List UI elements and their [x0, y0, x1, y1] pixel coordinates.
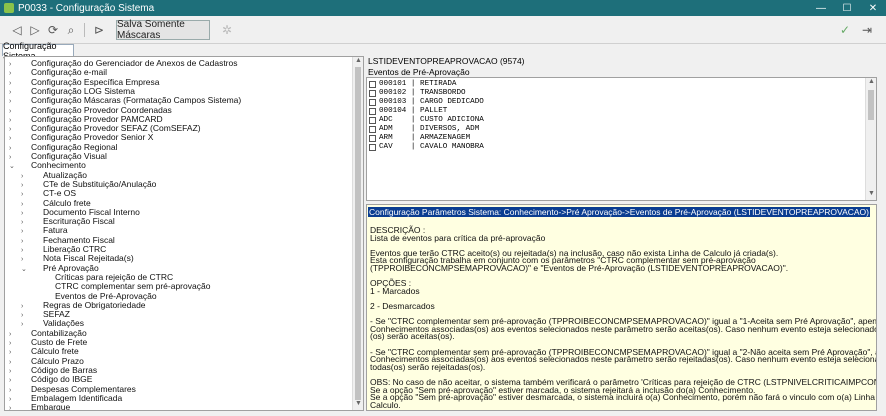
- event-row[interactable]: 000103 | CARGO DEDICADO: [369, 98, 484, 106]
- confirm-icon[interactable]: ✓: [836, 21, 854, 39]
- refresh-icon[interactable]: ⟳: [44, 21, 62, 39]
- description-line: 2 - Desmarcados: [370, 301, 435, 311]
- expand-arrow-icon[interactable]: ⌄: [21, 265, 29, 274]
- event-label: ADM | DIVERSOS, ADM: [379, 125, 480, 133]
- description-line: Lista de eventos para crítica da pré-apr…: [370, 232, 546, 243]
- event-checkbox[interactable]: [369, 98, 376, 106]
- tab-configuracao-sistema[interactable]: Configuração Sistema: [2, 41, 74, 61]
- tree-scroll-thumb[interactable]: [355, 67, 361, 400]
- event-label: 000102 | TRANSBORDO: [379, 89, 466, 97]
- toolbar-separator: [84, 23, 85, 37]
- event-label: 000103 | CARGO DEDICADO: [379, 98, 484, 106]
- event-row[interactable]: CAV | CAVALO MANOBRA: [369, 143, 484, 151]
- description-line: Calculo.: [370, 399, 401, 410]
- close-icon[interactable]: ✕: [860, 0, 886, 16]
- description-line: (TPPROIBECONCMPSEMAPROVACAO)" e "Eventos…: [370, 263, 789, 273]
- tree-node[interactable]: › CTe de Substituição/Anulação: [21, 179, 156, 189]
- event-checkbox[interactable]: [369, 80, 376, 88]
- events-checklist: ▲ ▼ 000101 | RETIRADA 000102 | TRANSBORDO…: [366, 77, 877, 201]
- detail-panel: LSTIDEVENTOPREAPROVACAO (9574) Eventos d…: [366, 56, 880, 411]
- tree-node[interactable]: › Embarque: [9, 403, 70, 410]
- expand-arrow-icon[interactable]: ⌄: [9, 162, 17, 171]
- binoculars-icon[interactable]: ⌕: [62, 21, 80, 39]
- exit-icon[interactable]: ⇥: [858, 21, 876, 39]
- execute-icon[interactable]: ⊳: [90, 21, 108, 39]
- tree-node-label: Embarque: [31, 402, 71, 410]
- settings-icon[interactable]: ✲: [218, 21, 236, 39]
- events-scrollbar[interactable]: ▲ ▼: [865, 78, 876, 200]
- event-checkbox[interactable]: [369, 134, 376, 142]
- app-icon: [4, 3, 14, 13]
- config-tree: › Configuração do Gerenciador de Anexos d…: [5, 57, 353, 411]
- event-label: 000101 | RETIRADA: [379, 80, 457, 88]
- event-row[interactable]: 000102 | TRANSBORDO: [369, 89, 466, 97]
- event-checkbox[interactable]: [369, 89, 376, 97]
- description-line: (os) serão aceitas(os).: [370, 331, 455, 342]
- window-title: P0033 - Configuração Sistema: [18, 2, 155, 14]
- toolbar: ◁ ▷ ⟳ ⌕ ⊳ Salva Somente Máscaras ✲ ✓ ⇥: [0, 16, 886, 44]
- event-checkbox[interactable]: [369, 143, 376, 151]
- back-icon[interactable]: ◁: [8, 21, 26, 39]
- save-masks-button[interactable]: Salva Somente Máscaras: [116, 19, 210, 41]
- tab-row: Configuração Sistema: [0, 41, 886, 61]
- description-line: todas(os) serão rejeitadas(os).: [370, 361, 486, 372]
- events-scroll-thumb[interactable]: [868, 90, 874, 120]
- expand-arrow-icon[interactable]: ›: [9, 404, 17, 410]
- event-row[interactable]: ARM | ARMAZENAGEM: [369, 134, 470, 142]
- event-label: CAV | CAVALO MANOBRA: [379, 143, 484, 151]
- description-line: Se a opção "Sem pré-aprovação" estiver d…: [370, 392, 877, 403]
- scroll-down-icon[interactable]: ▼: [866, 190, 876, 200]
- parameter-title: LSTIDEVENTOPREAPROVACAO (9574): [368, 56, 525, 66]
- event-row[interactable]: 000101 | RETIRADA: [369, 80, 456, 88]
- event-label: ADC | CUSTO ADICIONA: [379, 116, 484, 124]
- tree-scrollbar[interactable]: ▲ ▼: [352, 57, 363, 410]
- event-label: ARM | ARMAZENAGEM: [379, 134, 471, 142]
- event-row[interactable]: ADC | CUSTO ADICIONA: [369, 116, 484, 124]
- event-row[interactable]: 000104 | PALLET: [369, 107, 447, 115]
- events-list-label: Eventos de Pré-Aprovação: [368, 67, 470, 77]
- parameter-path-highlight: Configuração Parâmetros Sistema: Conheci…: [368, 207, 870, 217]
- scroll-up-icon[interactable]: ▲: [866, 78, 876, 88]
- event-checkbox[interactable]: [369, 107, 376, 115]
- forward-icon[interactable]: ▷: [26, 21, 44, 39]
- event-label: 000104 | PALLET: [379, 107, 448, 115]
- maximize-icon[interactable]: ☐: [834, 0, 860, 16]
- tree-panel: › Configuração do Gerenciador de Anexos d…: [4, 56, 364, 411]
- title-bar: P0033 - Configuração Sistema — ☐ ✕: [0, 0, 886, 16]
- tree-node[interactable]: › Regras de Obrigatoriedade: [21, 300, 146, 310]
- event-checkbox[interactable]: [369, 125, 376, 133]
- event-row[interactable]: ADM | DIVERSOS, ADM: [369, 125, 479, 133]
- description-line: 1 - Marcados: [370, 285, 420, 296]
- minimize-icon[interactable]: —: [808, 0, 834, 16]
- scroll-up-icon[interactable]: ▲: [353, 57, 363, 67]
- scroll-down-icon[interactable]: ▼: [353, 400, 363, 410]
- event-checkbox[interactable]: [369, 116, 376, 124]
- parameter-description: Configuração Parâmetros Sistema: Conheci…: [366, 204, 877, 411]
